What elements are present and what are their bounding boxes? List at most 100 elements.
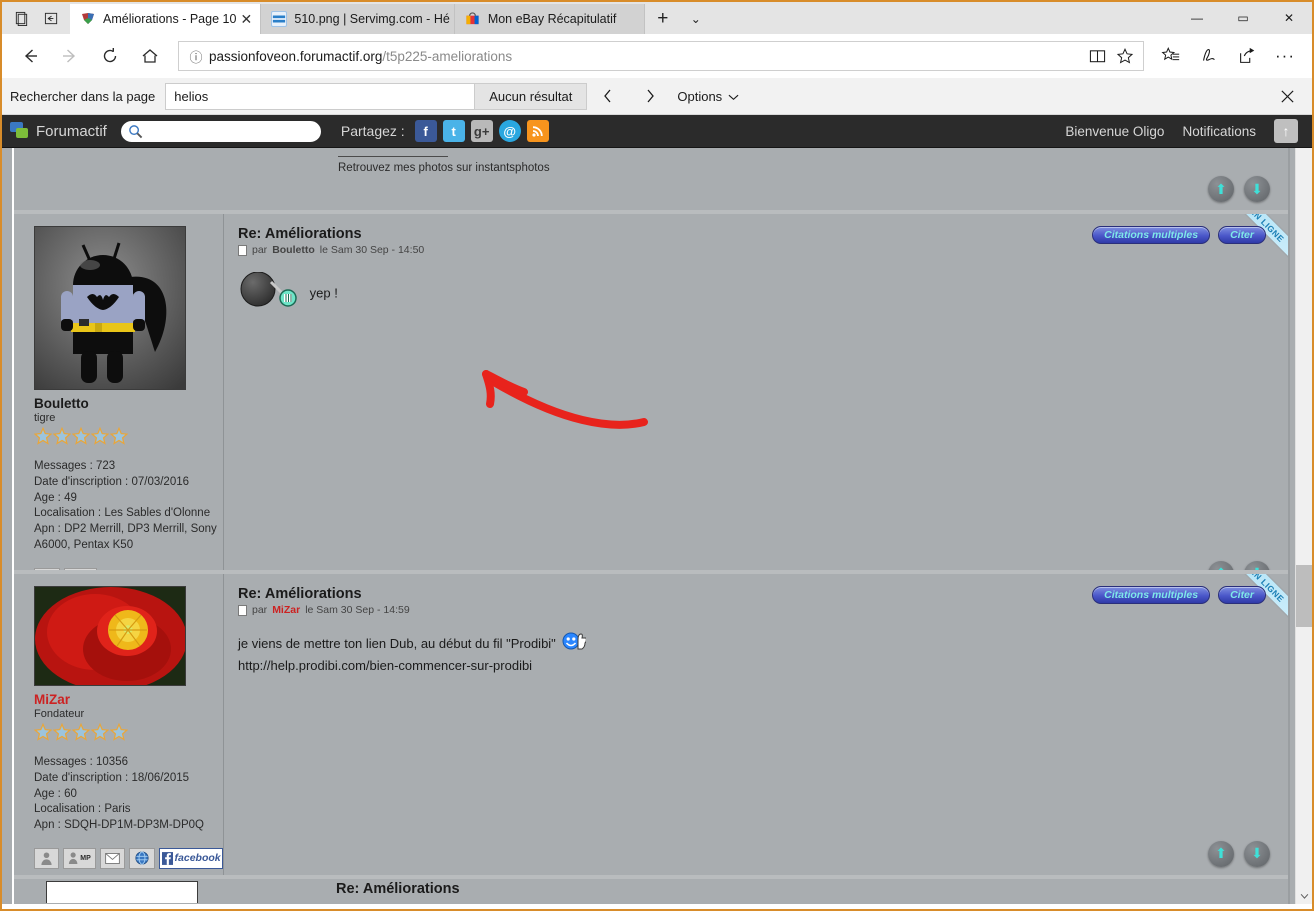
post-body-link[interactable]: http://help.prodibi.com/bien-commencer-s… bbox=[238, 656, 1278, 676]
find-options-label: Options bbox=[677, 88, 723, 104]
navigation-bar: ⓘ passionfoveon.forumactif.org/t5p225-am… bbox=[2, 34, 1312, 78]
site-info-icon[interactable]: ⓘ bbox=[183, 47, 209, 66]
post-meta: par MiZar le Sam 30 Sep - 14:59 bbox=[238, 604, 1278, 616]
favorite-star-icon[interactable] bbox=[1111, 47, 1139, 65]
back-icon[interactable] bbox=[10, 36, 50, 76]
user-panel-bouletto: Bouletto tigre Messages : 723 Date d'ins… bbox=[14, 214, 224, 570]
forumactif-toolbar: Forumactif Partagez : f t g+ @ Bienvenue… bbox=[2, 115, 1312, 148]
scrollbar-down-arrow[interactable] bbox=[1296, 887, 1312, 904]
tab-list-dropdown-icon[interactable]: ⌄ bbox=[681, 4, 711, 34]
find-close-icon[interactable] bbox=[1270, 78, 1304, 115]
close-window-button[interactable]: ✕ bbox=[1266, 2, 1312, 34]
tab-preview-icon[interactable] bbox=[6, 2, 36, 34]
twitter-icon[interactable]: t bbox=[442, 120, 465, 142]
user-name[interactable]: MiZar bbox=[34, 692, 223, 707]
email-icon[interactable] bbox=[99, 847, 126, 869]
scroll-up-button[interactable]: ⬆ bbox=[1208, 840, 1234, 867]
field-value: 60 bbox=[64, 787, 77, 800]
tab-title: 510.png | Servimg.com - Hé bbox=[294, 12, 450, 26]
user-name[interactable]: Bouletto bbox=[34, 396, 223, 411]
hub-favorites-icon[interactable] bbox=[1152, 36, 1190, 76]
field-value: 723 bbox=[96, 460, 116, 472]
field-value: DP2 Merrill, DP3 Merrill, Sony A6000, Pe… bbox=[34, 523, 217, 551]
profile-icon[interactable] bbox=[34, 847, 60, 869]
field-value: SDQH-DP1M-DP3M-DP0Q bbox=[64, 819, 204, 831]
chevron-down-icon bbox=[728, 89, 739, 104]
website-icon[interactable] bbox=[129, 847, 155, 869]
scroll-down-button[interactable]: ⬇ bbox=[1244, 176, 1270, 202]
collapse-toolbar-icon[interactable]: ↑ bbox=[1274, 119, 1298, 143]
find-input[interactable]: helios bbox=[165, 82, 476, 110]
scroll-up-button[interactable]: ⬆ bbox=[1208, 560, 1234, 570]
web-notes-icon[interactable] bbox=[1190, 36, 1228, 76]
scrollbar-thumb[interactable] bbox=[1296, 565, 1312, 627]
find-options-button[interactable]: Options bbox=[677, 89, 739, 104]
find-result-status: Aucun résultat bbox=[475, 82, 588, 110]
find-next-icon[interactable] bbox=[629, 78, 671, 115]
notifications-link[interactable]: Notifications bbox=[1182, 124, 1256, 139]
post-body: je viens de mettre ton lien Dub, au débu… bbox=[238, 632, 1278, 676]
avatar bbox=[34, 586, 186, 686]
multiquote-button[interactable]: Citations multiples bbox=[1092, 226, 1211, 244]
ebay-icon bbox=[465, 11, 481, 27]
tab-close-icon[interactable]: ✕ bbox=[236, 11, 256, 28]
forum-search-input[interactable] bbox=[120, 120, 321, 142]
next-post-partial: Re: Améliorations bbox=[14, 879, 1288, 904]
reading-view-icon[interactable] bbox=[1083, 48, 1111, 65]
post-icon bbox=[238, 244, 247, 256]
scroll-down-button[interactable]: ⬇ bbox=[1244, 560, 1270, 570]
share-icon[interactable] bbox=[1228, 36, 1266, 76]
multiquote-button[interactable]: Citations multiples bbox=[1092, 586, 1211, 604]
star-icon bbox=[91, 723, 109, 741]
refresh-icon[interactable] bbox=[90, 36, 130, 76]
tab-0[interactable]: Améliorations - Page 10 ✕ bbox=[70, 4, 262, 34]
ball-and-chain-smiley-icon bbox=[238, 271, 306, 316]
more-options-icon[interactable]: ··· bbox=[1266, 36, 1304, 76]
address-bar[interactable]: ⓘ passionfoveon.forumactif.org/t5p225-am… bbox=[178, 41, 1144, 71]
email-icon[interactable]: @ bbox=[498, 120, 521, 142]
tab-1[interactable]: 510.png | Servimg.com - Hé bbox=[261, 4, 455, 34]
new-tab-button[interactable]: + bbox=[645, 4, 681, 34]
post-body-line: yep ! bbox=[309, 285, 338, 301]
googleplus-icon[interactable]: g+ bbox=[470, 120, 493, 142]
forward-icon[interactable] bbox=[50, 36, 90, 76]
set-aside-tabs-icon[interactable] bbox=[36, 2, 66, 34]
post-body-line: je viens de mettre ton lien Dub, au débu… bbox=[238, 632, 1278, 656]
maximize-button[interactable]: ▭ bbox=[1220, 2, 1266, 34]
pm-icon[interactable]: MP bbox=[63, 847, 96, 869]
star-icon bbox=[72, 427, 90, 445]
quote-button[interactable]: Citer bbox=[1218, 226, 1266, 244]
star-icon bbox=[110, 427, 128, 445]
field-value: 18/06/2015 bbox=[131, 771, 190, 784]
post-main-bouletto: Re: Améliorations par Bouletto le Sam 30… bbox=[224, 214, 1288, 570]
user-field-apn: Apn : SDQH-DP1M-DP3M-DP0Q bbox=[34, 819, 204, 831]
tab-title: Mon eBay Récapitulatif bbox=[487, 12, 617, 26]
star-icon bbox=[110, 723, 128, 741]
post-author[interactable]: Bouletto bbox=[272, 244, 315, 256]
post-meta: par Bouletto le Sam 30 Sep - 14:50 bbox=[238, 244, 1278, 256]
tab-strip: Améliorations - Page 10 ✕ 510.png | Serv… bbox=[2, 2, 1312, 34]
welcome-label[interactable]: Bienvenue Oligo bbox=[1065, 124, 1164, 139]
page-scrollbar[interactable] bbox=[1295, 115, 1312, 904]
browser-window: Améliorations - Page 10 ✕ 510.png | Serv… bbox=[0, 0, 1314, 911]
field-value: 07/03/2016 bbox=[131, 475, 190, 488]
field-value: 49 bbox=[64, 491, 77, 504]
home-icon[interactable] bbox=[130, 36, 170, 76]
forumactif-logo[interactable]: Forumactif bbox=[10, 122, 107, 140]
user-panel-mizar: MiZar Fondateur Messages : 10356 Date d'… bbox=[14, 574, 224, 875]
quote-button[interactable]: Citer bbox=[1218, 586, 1266, 604]
url-text: passionfoveon.forumactif.org/t5p225-amel… bbox=[209, 49, 1083, 64]
user-fields: Messages : 10356 Date d'inscription : 18… bbox=[34, 755, 229, 834]
tab-title: Améliorations - Page 10 bbox=[103, 12, 237, 26]
post-author[interactable]: MiZar bbox=[272, 604, 300, 616]
scroll-up-button[interactable]: ⬆ bbox=[1208, 176, 1234, 202]
rss-icon[interactable] bbox=[526, 120, 549, 142]
facebook-icon[interactable]: f bbox=[414, 120, 437, 142]
tab-2[interactable]: Mon eBay Récapitulatif bbox=[454, 4, 645, 34]
facebook-button[interactable]: facebook bbox=[158, 847, 224, 869]
scroll-down-button[interactable]: ⬇ bbox=[1244, 840, 1270, 867]
minimize-button[interactable]: — bbox=[1174, 2, 1220, 34]
field-label: Date d'inscription bbox=[34, 771, 122, 784]
find-previous-icon[interactable] bbox=[587, 78, 629, 115]
user-rank: tigre bbox=[34, 412, 56, 424]
